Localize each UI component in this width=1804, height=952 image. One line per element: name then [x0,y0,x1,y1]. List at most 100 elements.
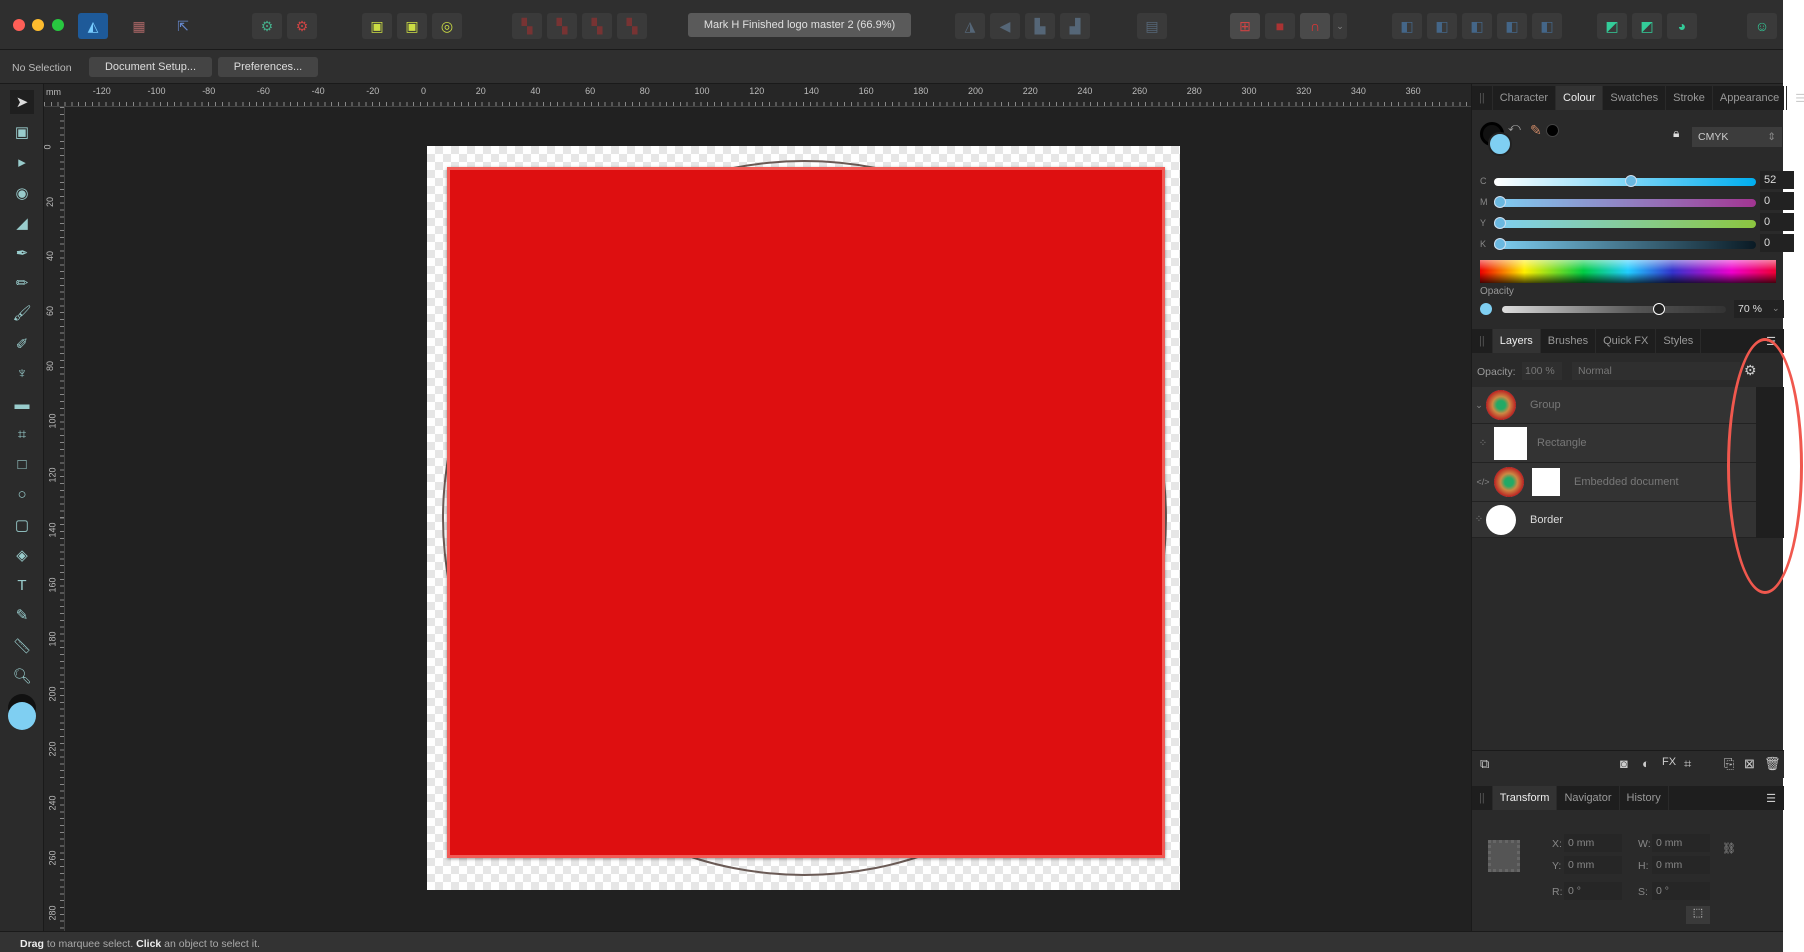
minimize-window-button[interactable] [32,19,44,31]
shape-builder-tool-icon[interactable]: ◈ [10,543,34,567]
tab-brushes[interactable]: Brushes [1541,329,1597,353]
pixel-persona-icon[interactable]: ▦ [124,13,154,39]
snap-to-grid-icon[interactable]: ⊞ [1230,13,1260,39]
tab-stroke[interactable]: Stroke [1666,86,1713,110]
tab-quick-fx[interactable]: Quick FX [1596,329,1657,353]
h-field[interactable]: 0 mm [1652,856,1710,874]
drag-handle-icon[interactable]: || [1472,786,1493,810]
rounded-rectangle-tool-icon[interactable]: ▢ [10,513,34,537]
vertical-ruler[interactable]: 0 20 40 60 80 100 120 140 160 180 200 220 240 260 280 [43,107,65,931]
contour-tool-icon[interactable]: ◉ [10,181,34,205]
rotate-left-icon[interactable]: ▙ [1025,13,1055,39]
fill-color-well[interactable] [1488,132,1512,156]
tab-swatches[interactable]: Swatches [1603,86,1667,110]
x-field[interactable]: 0 mm [1564,834,1622,852]
magenta-slider[interactable] [1494,196,1756,208]
export-persona-icon[interactable]: ⇱ [168,13,198,39]
snapping-dropdown-icon[interactable]: ⌄ [1333,13,1347,39]
tab-layers[interactable]: Layers [1492,329,1541,353]
color-spectrum[interactable] [1480,260,1776,283]
boolean-add-icon[interactable]: ◧ [1392,13,1422,39]
blend-mode-select[interactable]: Normal [1572,362,1740,380]
tab-transform[interactable]: Transform [1492,786,1558,810]
cyan-slider-knob[interactable] [1625,175,1637,187]
pen-tool-icon[interactable]: ✒ [10,241,34,265]
black-value[interactable]: 0 [1760,234,1794,252]
opacity-slider-knob[interactable] [1653,303,1665,315]
select-all-icon[interactable]: ▣ [362,13,392,39]
rotate-right-icon[interactable]: ▟ [1060,13,1090,39]
invert-selection-icon[interactable]: ◎ [432,13,462,39]
measure-tool-icon[interactable]: 📏︎ [10,634,34,658]
arrange-back-icon[interactable]: ▚ [512,13,542,39]
rotation-field[interactable]: 0 ° [1564,882,1622,900]
snapping-magnet-icon[interactable]: ∩ [1300,13,1330,39]
arrange-forward-icon[interactable]: ▚ [582,13,612,39]
yellow-slider[interactable] [1494,217,1756,229]
tab-history[interactable]: History [1620,786,1669,810]
boolean-xor-icon[interactable]: ◧ [1497,13,1527,39]
cyan-slider[interactable] [1494,175,1756,187]
layer-stack-icon[interactable]: ⧉ [1480,756,1489,772]
layer-opacity-value[interactable]: 100 % [1522,362,1562,380]
black-slider[interactable] [1494,238,1756,250]
shear-field[interactable]: 0 ° [1652,882,1710,900]
pencil-tool-icon[interactable]: ✏ [10,271,34,295]
tool-fill-color-well[interactable] [8,702,36,730]
horizontal-ruler[interactable]: mm -120 -100 -80 -60 -40 -20 0 20 40 60 80 100 120 14… [44,84,1471,107]
vector-brush-tool-icon[interactable]: 🖌︎ [10,301,34,325]
artboard-tool-icon[interactable]: ▣ [10,120,34,144]
eyedropper-icon[interactable]: ✎ [1530,122,1542,139]
ellipse-tool-icon[interactable]: ○ [10,483,34,507]
panel-menu-icon[interactable]: ☰ [1758,786,1784,810]
opacity-value[interactable]: 70 % [1734,300,1772,318]
live-filter-icon[interactable]: ⌗ [1684,756,1691,772]
fx-icon[interactable]: FX [1662,756,1676,768]
layer-row-rectangle[interactable]: ⁘ Rectangle [1472,424,1756,463]
view-mode-icon[interactable]: ⚙ [252,13,282,39]
yellow-value[interactable]: 0 [1760,213,1794,231]
drag-handle-icon[interactable]: || [1472,86,1493,110]
drag-handle-icon[interactable]: || [1472,329,1493,353]
zoom-window-button[interactable] [52,19,64,31]
arrange-front-icon[interactable]: ▚ [617,13,647,39]
add-pixel-layer-icon[interactable]: ⊠ [1744,756,1755,772]
expand-chevron-icon[interactable]: ⌄ [1472,400,1486,411]
magenta-value[interactable]: 0 [1760,192,1794,210]
node-tool-icon[interactable]: ▸ [10,150,34,174]
anchor-point-selector[interactable] [1488,840,1520,872]
yellow-slider-knob[interactable] [1494,217,1506,229]
add-layer-icon[interactable]: ⎘ [1724,756,1734,772]
boolean-subtract-icon[interactable]: ◧ [1427,13,1457,39]
panel-menu-icon[interactable]: ☰ [1787,86,1804,110]
layer-row-embedded-document[interactable]: </> Embedded document [1472,463,1756,502]
designer-persona-icon[interactable]: ◭ [78,13,108,39]
close-window-button[interactable] [13,19,25,31]
cyan-value[interactable]: 52 [1760,171,1794,189]
w-field[interactable]: 0 mm [1652,834,1710,852]
text-tool-icon[interactable]: T [10,573,34,597]
tab-character[interactable]: Character [1493,86,1557,110]
tab-appearance[interactable]: Appearance [1713,86,1788,110]
move-tool-icon[interactable]: ➤ [10,90,34,114]
snap-pixel-icon[interactable]: ■ [1265,13,1295,39]
rectangle-tool-icon[interactable]: □ [10,452,34,476]
align-icon[interactable]: ▤ [1137,13,1167,39]
user-account-icon[interactable]: ☺ [1747,13,1777,39]
zoom-tool-icon[interactable]: 🔍︎ [10,664,34,688]
picked-color-swatch[interactable] [1546,124,1559,137]
black-slider-knob[interactable] [1494,238,1506,250]
document-setup-button[interactable]: Document Setup... [89,57,212,77]
layer-row-group[interactable]: ⌄ Group [1472,387,1756,424]
delete-layer-icon[interactable]: 🗑︎ [1764,756,1781,772]
color-picker-tool-icon[interactable]: ✎ [10,603,34,627]
insert-top-icon[interactable]: ◩ [1632,13,1662,39]
fill-tool-icon[interactable]: ✐ [10,332,34,356]
crop-tool-icon[interactable]: ⌗ [10,422,34,446]
transparency-tool-icon[interactable]: ♆ [10,362,34,386]
boolean-divide-icon[interactable]: ◧ [1532,13,1562,39]
corner-tool-icon[interactable]: ◢ [10,211,34,235]
flip-vertical-icon[interactable]: ◀ [990,13,1020,39]
opacity-dropdown-icon[interactable]: ⌄ [1772,300,1784,318]
rectangle-shape[interactable] [447,167,1165,858]
